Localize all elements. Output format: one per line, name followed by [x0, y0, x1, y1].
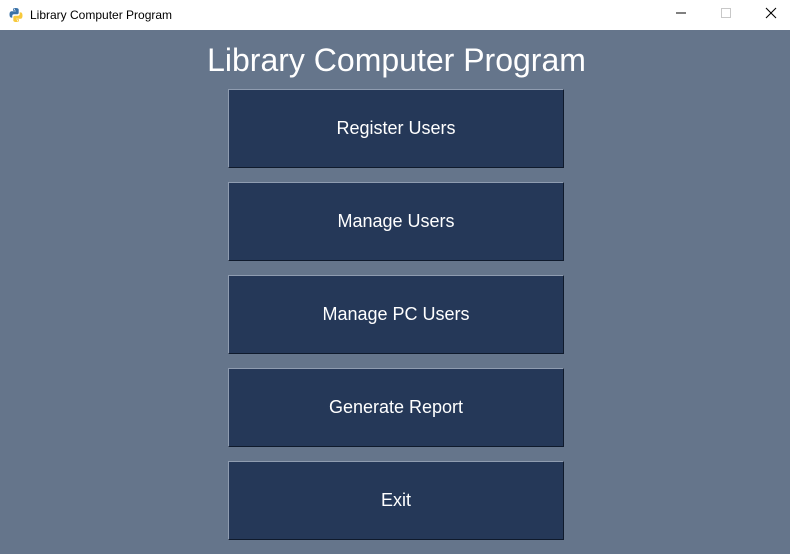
generate-report-button[interactable]: Generate Report	[228, 368, 564, 447]
window-title: Library Computer Program	[30, 8, 173, 22]
exit-label: Exit	[380, 490, 411, 510]
manage-users-label: Manage Users	[337, 211, 455, 231]
python-icon	[8, 7, 24, 23]
page-title: Library Computer Program	[207, 42, 586, 78]
main-panel: Library Computer Program Register Users …	[0, 30, 790, 554]
app-window: Library Computer Program Library Compute…	[0, 0, 790, 554]
exit-button[interactable]: Exit	[228, 461, 564, 540]
close-icon	[765, 6, 777, 24]
minimize-button[interactable]	[658, 0, 704, 30]
maximize-button[interactable]	[703, 0, 749, 30]
manage-pc-users-button[interactable]: Manage PC Users	[228, 275, 564, 354]
manage-pc-users-label: Manage PC Users	[322, 304, 470, 324]
register-users-label: Register Users	[336, 118, 456, 138]
manage-users-button[interactable]: Manage Users	[228, 182, 564, 261]
minimize-icon	[675, 6, 687, 24]
title-bar[interactable]: Library Computer Program	[0, 0, 790, 30]
close-button[interactable]	[748, 0, 790, 30]
generate-report-label: Generate Report	[328, 397, 464, 417]
register-users-button[interactable]: Register Users	[228, 89, 564, 168]
maximize-icon	[720, 6, 732, 24]
